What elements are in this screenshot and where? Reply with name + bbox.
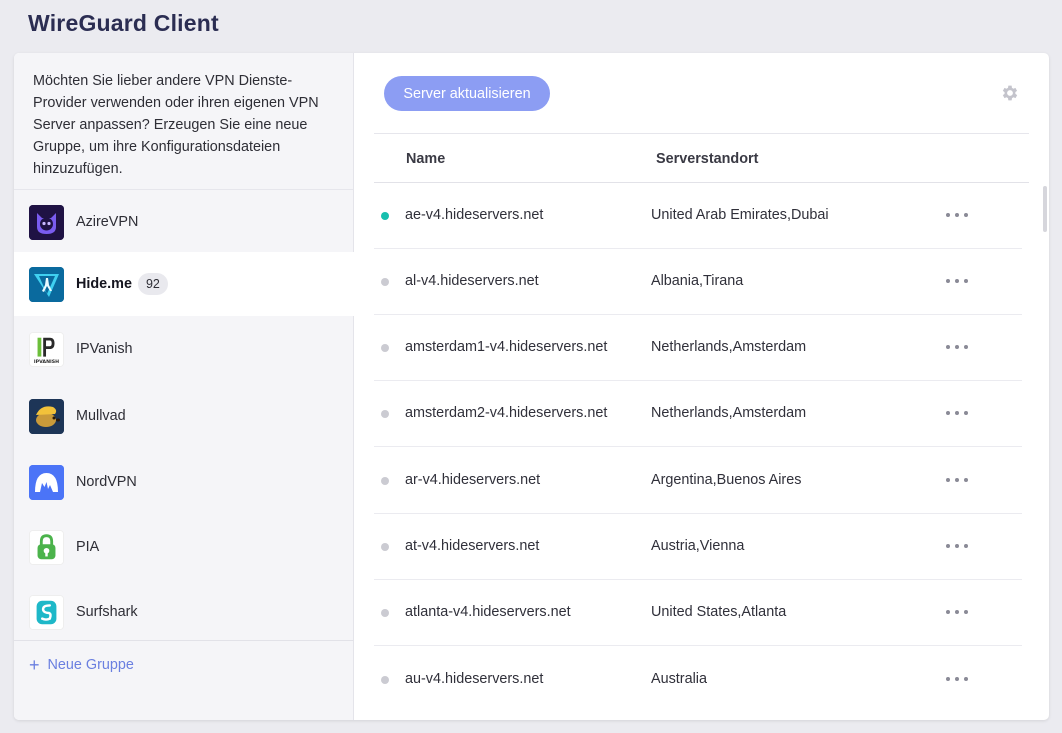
new-group-button[interactable]: + Neue Gruppe bbox=[29, 656, 134, 674]
server-name: amsterdam1-v4.hideservers.net bbox=[405, 339, 608, 355]
status-dot-icon bbox=[381, 676, 389, 684]
app-title: WireGuard Client bbox=[28, 10, 219, 36]
server-name: ar-v4.hideservers.net bbox=[405, 472, 541, 488]
sidebar-item-mullvad[interactable]: Mullvad bbox=[14, 384, 354, 448]
server-count-badge: 92 bbox=[137, 273, 168, 295]
table-row[interactable]: au-v4.hideservers.net Australia bbox=[374, 647, 1022, 713]
provider-name: Surfshark bbox=[76, 604, 138, 620]
refresh-servers-button[interactable]: Server aktualisieren bbox=[384, 76, 550, 111]
server-location: Argentina,Buenos Aires bbox=[651, 472, 802, 488]
azirevpn-logo-icon bbox=[29, 204, 64, 240]
ipvanish-logo-text: IPVANISH bbox=[34, 359, 59, 365]
server-name: al-v4.hideservers.net bbox=[405, 273, 539, 289]
provider-name: NordVPN bbox=[76, 474, 137, 490]
mullvad-logo-icon bbox=[29, 398, 64, 434]
status-dot-icon bbox=[381, 410, 389, 418]
hideme-logo-icon bbox=[29, 266, 64, 302]
server-location: Australia bbox=[651, 671, 707, 687]
more-options-icon[interactable] bbox=[946, 669, 968, 689]
table-row[interactable]: amsterdam1-v4.hideservers.net Netherlands… bbox=[374, 315, 1022, 381]
status-dot-icon bbox=[381, 609, 389, 617]
table-top-divider bbox=[374, 133, 1029, 134]
table-row[interactable]: ar-v4.hideservers.net Argentina,Buenos Ai… bbox=[374, 448, 1022, 514]
sidebar-item-nordvpn[interactable]: NordVPN bbox=[14, 450, 354, 514]
table-row[interactable]: atlanta-v4.hideservers.net United States,… bbox=[374, 580, 1022, 646]
sidebar-item-surfshark[interactable]: Surfshark bbox=[14, 580, 354, 644]
server-location: United States,Atlanta bbox=[651, 604, 787, 620]
server-name: au-v4.hideservers.net bbox=[405, 671, 544, 687]
status-dot-icon bbox=[381, 344, 389, 352]
provider-name: Mullvad bbox=[76, 408, 126, 424]
status-dot-icon bbox=[381, 477, 389, 485]
ipvanish-logo-icon: IPVANISH bbox=[29, 331, 64, 367]
server-location: United Arab Emirates,Dubai bbox=[651, 207, 829, 223]
server-panel: Server aktualisieren Name Serverstandort… bbox=[355, 53, 1049, 720]
pia-logo-icon bbox=[29, 529, 64, 565]
new-group-label: Neue Gruppe bbox=[47, 657, 134, 673]
more-options-icon[interactable] bbox=[946, 602, 968, 622]
column-header-name[interactable]: Name bbox=[406, 151, 445, 167]
table-row[interactable]: al-v4.hideservers.net Albania,Tirana bbox=[374, 249, 1022, 315]
more-options-icon[interactable] bbox=[946, 470, 968, 490]
more-options-icon[interactable] bbox=[946, 403, 968, 423]
more-options-icon[interactable] bbox=[946, 271, 968, 291]
server-location: Austria,Vienna bbox=[651, 538, 745, 554]
table-row[interactable]: amsterdam2-v4.hideservers.net Netherlands… bbox=[374, 381, 1022, 447]
sidebar-item-hideme[interactable]: Hide.me 92 bbox=[14, 252, 355, 316]
status-dot-icon bbox=[381, 278, 389, 286]
scrollbar[interactable] bbox=[1043, 186, 1047, 232]
status-dot-icon bbox=[381, 543, 389, 551]
main-card: Möchten Sie lieber andere VPN Dienste-Pr… bbox=[14, 53, 1049, 720]
server-location: Netherlands,Amsterdam bbox=[651, 405, 807, 421]
sidebar-hint: Möchten Sie lieber andere VPN Dienste-Pr… bbox=[14, 53, 353, 190]
gear-icon[interactable] bbox=[1000, 83, 1020, 103]
provider-name: IPVanish bbox=[76, 341, 133, 357]
server-location: Netherlands,Amsterdam bbox=[651, 339, 807, 355]
server-name: ae-v4.hideservers.net bbox=[405, 207, 544, 223]
table-row[interactable]: at-v4.hideservers.net Austria,Vienna bbox=[374, 514, 1022, 580]
status-dot-icon bbox=[381, 212, 389, 220]
table-row[interactable]: ae-v4.hideservers.net United Arab Emirate… bbox=[374, 183, 1022, 249]
server-name: atlanta-v4.hideservers.net bbox=[405, 604, 571, 620]
server-name: at-v4.hideservers.net bbox=[405, 538, 540, 554]
sidebar: Möchten Sie lieber andere VPN Dienste-Pr… bbox=[14, 53, 355, 720]
column-header-location[interactable]: Serverstandort bbox=[656, 151, 758, 167]
server-name: amsterdam2-v4.hideservers.net bbox=[405, 405, 608, 421]
provider-name: Hide.me bbox=[76, 276, 132, 292]
sidebar-item-pia[interactable]: PIA bbox=[14, 515, 354, 579]
sidebar-divider bbox=[14, 640, 354, 641]
sidebar-item-azirevpn[interactable]: AzireVPN bbox=[14, 190, 354, 254]
nordvpn-logo-icon bbox=[29, 464, 64, 500]
more-options-icon[interactable] bbox=[946, 337, 968, 357]
more-options-icon[interactable] bbox=[946, 205, 968, 225]
sidebar-item-ipvanish[interactable]: IPVANISH IPVanish bbox=[14, 317, 354, 381]
provider-name: PIA bbox=[76, 539, 100, 555]
provider-name: AzireVPN bbox=[76, 214, 139, 230]
server-location: Albania,Tirana bbox=[651, 273, 744, 289]
plus-icon: + bbox=[29, 655, 40, 675]
more-options-icon[interactable] bbox=[946, 536, 968, 556]
surfshark-logo-icon bbox=[29, 594, 64, 630]
